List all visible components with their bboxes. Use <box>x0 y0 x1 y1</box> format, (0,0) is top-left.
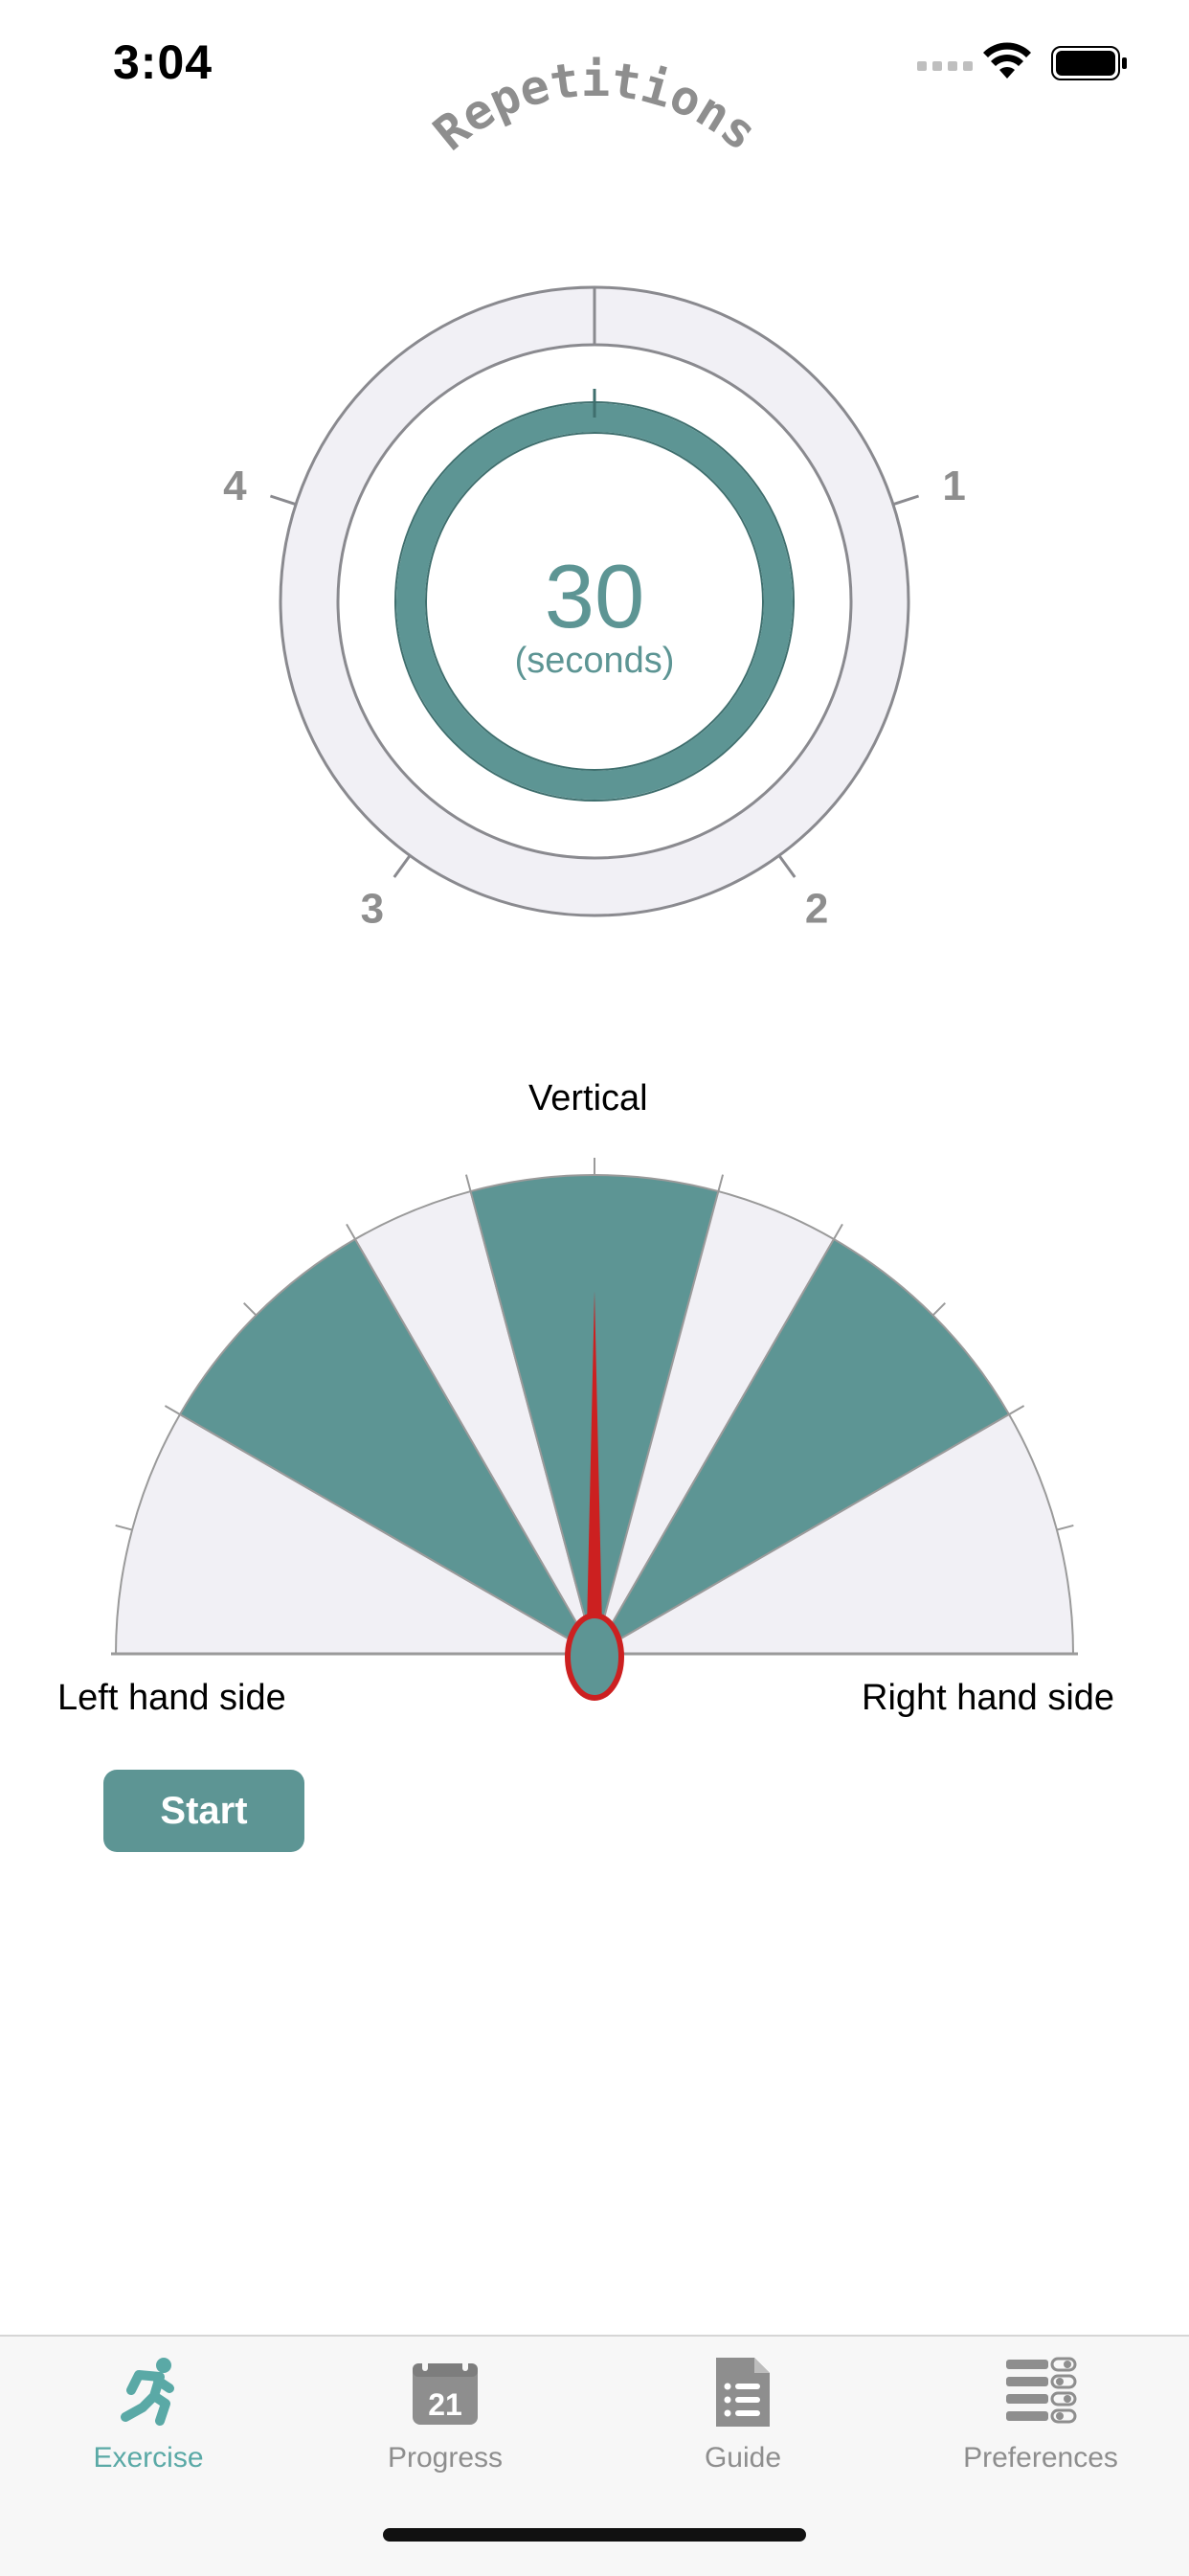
tab-label: Exercise <box>93 2442 204 2474</box>
left-hand-side-label: Left hand side <box>57 1678 286 1718</box>
home-indicator <box>383 2528 806 2542</box>
needle-pivot <box>565 1613 624 1701</box>
angle-tick <box>346 1223 356 1240</box>
running-person-icon <box>121 2358 174 2426</box>
angle-tick <box>717 1174 725 1192</box>
angle-tick <box>1008 1405 1025 1415</box>
settings-list-icon <box>1006 2357 1077 2424</box>
angle-tick <box>115 1524 133 1531</box>
angle-tick <box>931 1302 946 1317</box>
angle-tick <box>164 1405 181 1415</box>
tilt-gauge <box>111 1158 1078 1701</box>
angle-tick <box>243 1302 258 1317</box>
tab-progress[interactable]: 21 Progress <box>330 2354 560 2474</box>
tab-exercise[interactable]: Exercise <box>34 2354 263 2474</box>
tab-label: Preferences <box>963 2442 1118 2474</box>
tab-guide[interactable]: Guide <box>628 2354 858 2474</box>
angle-tick <box>833 1223 843 1240</box>
angle-tick <box>1056 1524 1074 1531</box>
calendar-icon: 21 <box>413 2358 478 2425</box>
angle-tick <box>464 1174 472 1192</box>
tab-label: Guide <box>704 2442 782 2474</box>
tab-preferences[interactable]: Preferences <box>926 2354 1155 2474</box>
right-hand-side-label: Right hand side <box>862 1678 1115 1718</box>
start-button[interactable]: Start <box>103 1770 304 1852</box>
document-list-icon <box>716 2358 770 2427</box>
tab-label: Progress <box>387 2442 504 2474</box>
calendar-day: 21 <box>428 2387 462 2422</box>
